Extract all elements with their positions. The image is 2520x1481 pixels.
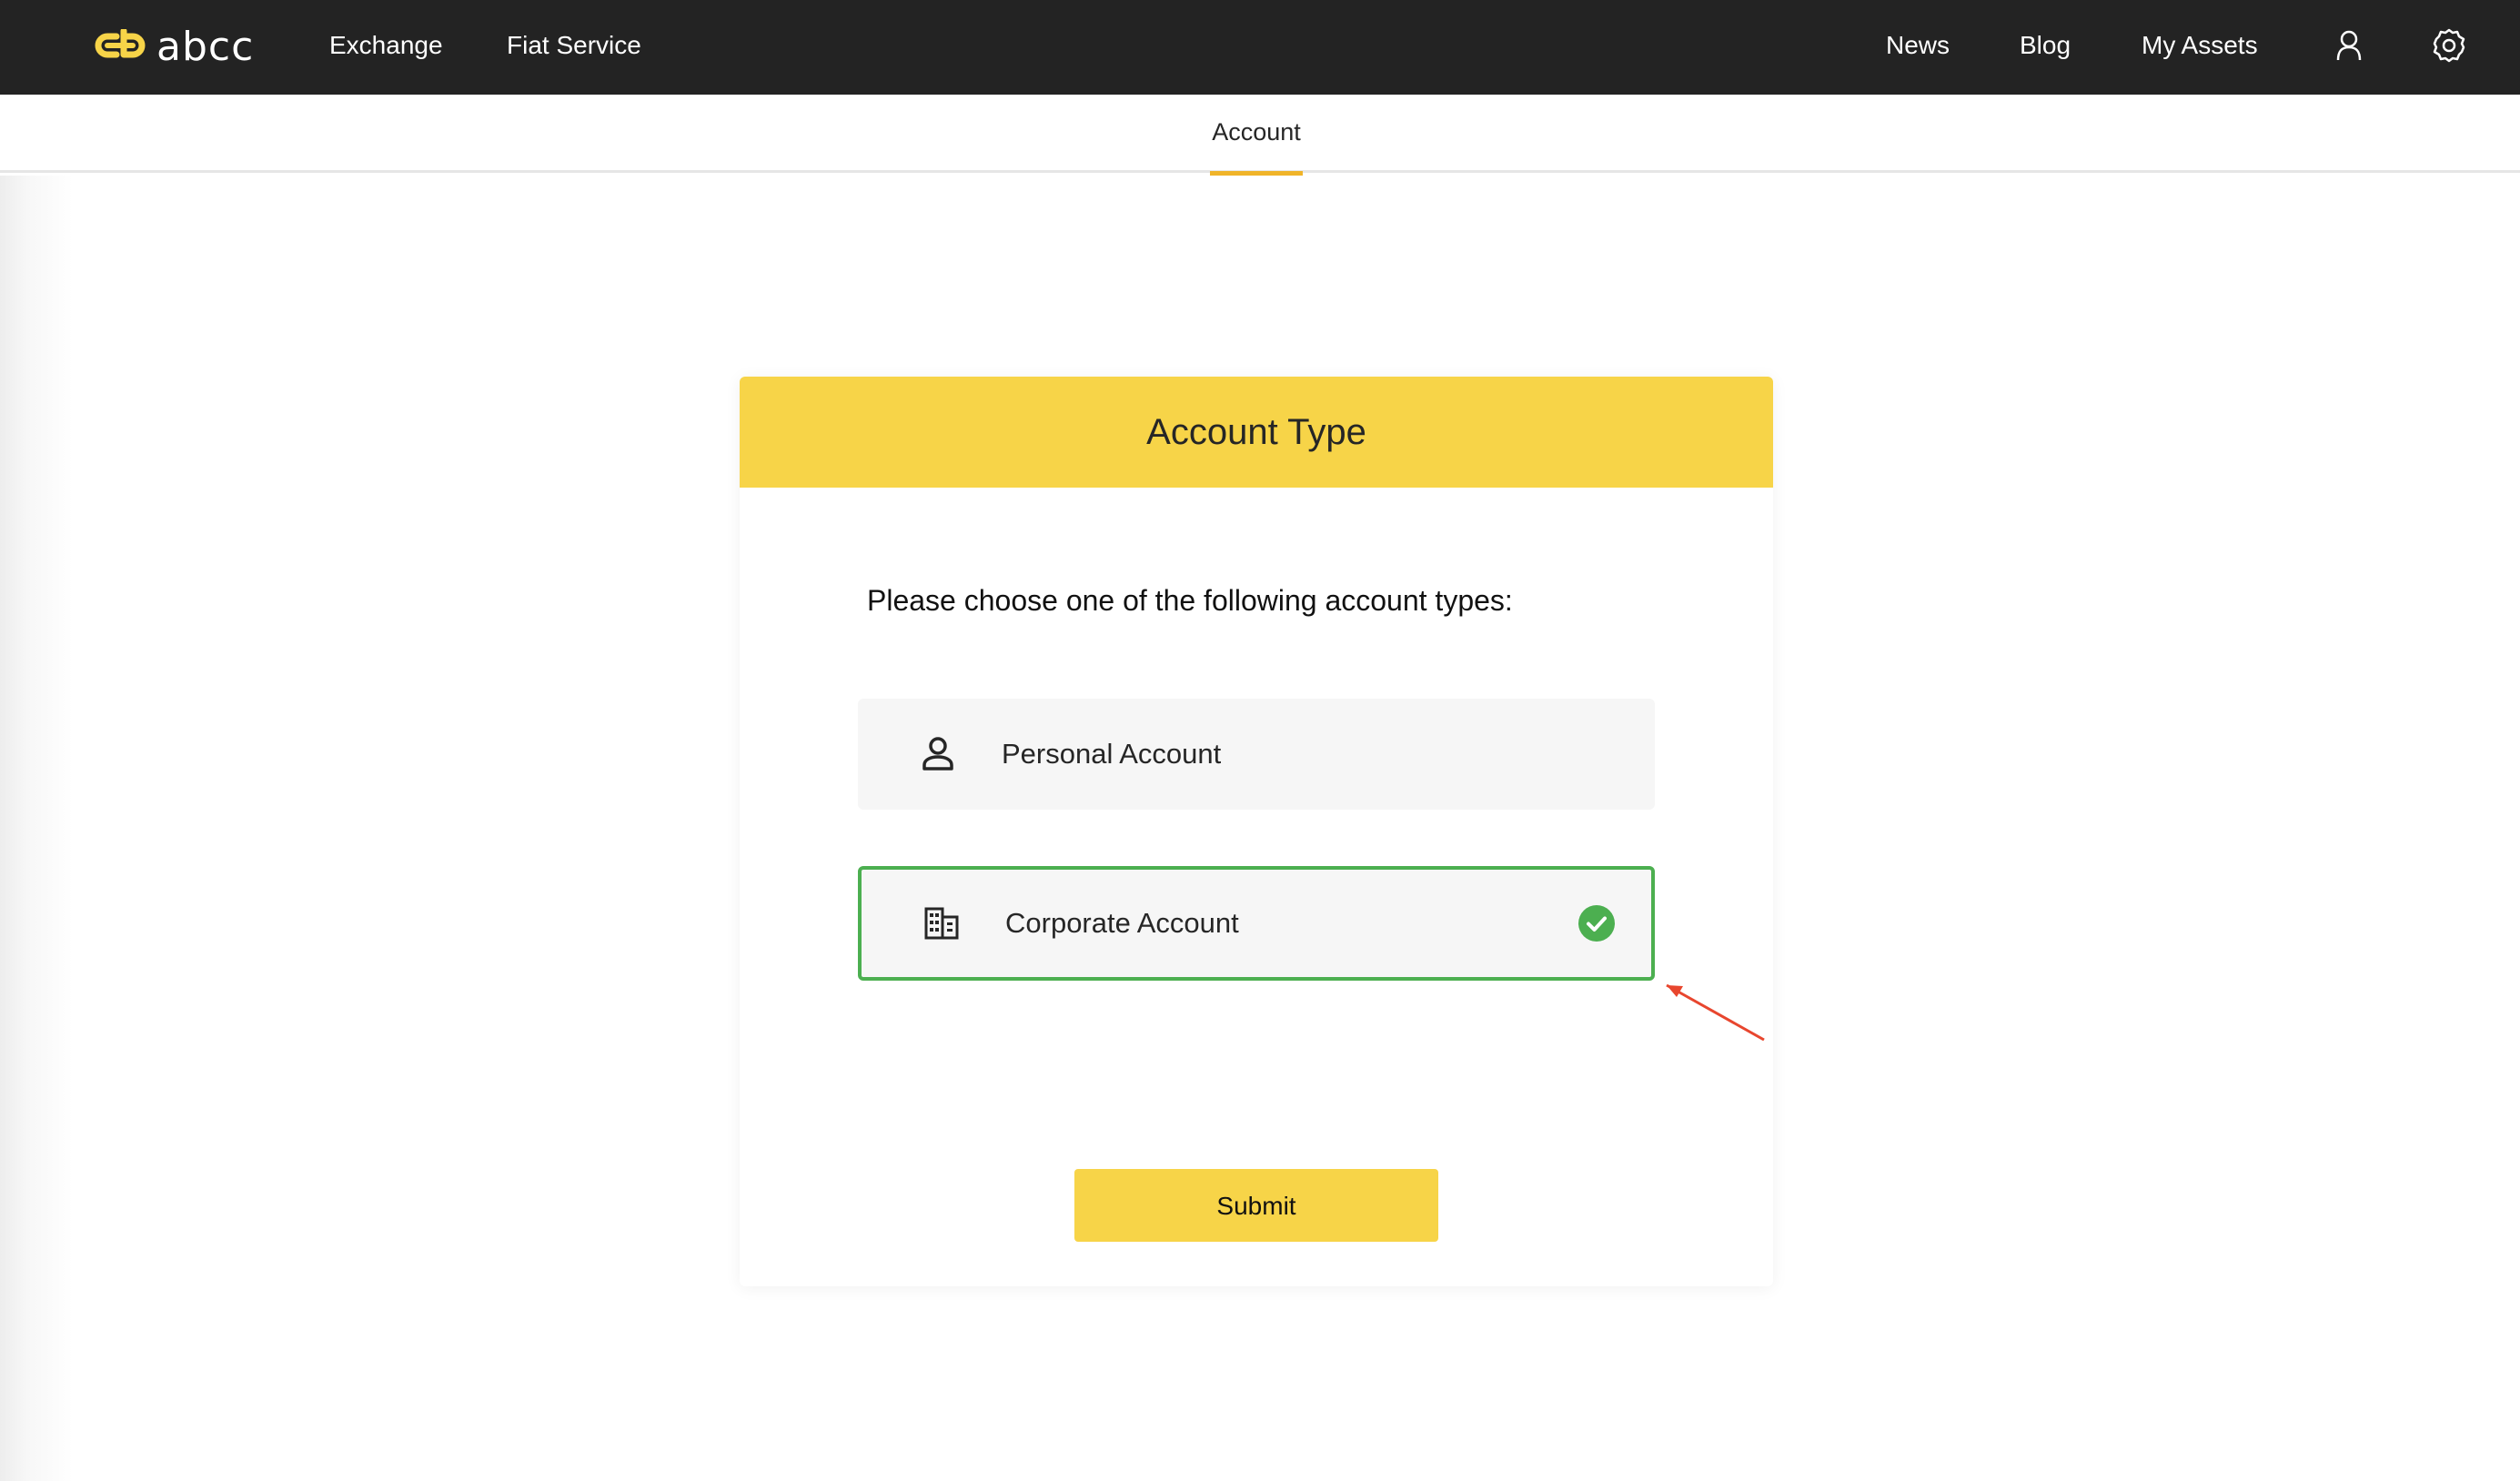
nav-link-news[interactable]: News xyxy=(1886,27,1950,64)
account-type-card: Account Type Please choose one of the fo… xyxy=(740,377,1773,1286)
submit-button[interactable]: Submit xyxy=(1074,1169,1438,1242)
nav-link-my-assets[interactable]: My Assets xyxy=(2142,27,2258,64)
abcc-logo[interactable]: abcc xyxy=(95,25,254,69)
sub-navigation-bar: Account xyxy=(0,95,2520,176)
nav-link-blog[interactable]: Blog xyxy=(2020,27,2071,64)
abcc-logo-mark-icon xyxy=(95,29,146,58)
top-navigation-bar: abcc Exchange Fiat Service News Blog My … xyxy=(0,0,2520,95)
card-title: Account Type xyxy=(740,377,1773,488)
personal-account-label: Personal Account xyxy=(1002,738,1222,770)
corporate-account-label: Corporate Account xyxy=(1005,907,1239,939)
red-annotation-arrow xyxy=(1656,978,1774,1046)
settings-gear-icon[interactable] xyxy=(2431,27,2467,64)
selected-check-icon xyxy=(1578,905,1615,942)
nav-link-fiat-service[interactable]: Fiat Service xyxy=(507,27,641,64)
user-icon[interactable] xyxy=(2331,27,2367,64)
logo-wordmark: abcc xyxy=(156,24,255,70)
nav-link-exchange[interactable]: Exchange xyxy=(329,27,443,64)
building-icon xyxy=(920,902,963,945)
corporate-account-option[interactable]: Corporate Account xyxy=(858,866,1655,981)
tab-account[interactable]: Account xyxy=(1210,95,1303,173)
personal-account-option[interactable]: Personal Account xyxy=(858,699,1655,810)
account-type-prompt: Please choose one of the following accou… xyxy=(867,584,1513,617)
person-icon xyxy=(916,732,960,776)
